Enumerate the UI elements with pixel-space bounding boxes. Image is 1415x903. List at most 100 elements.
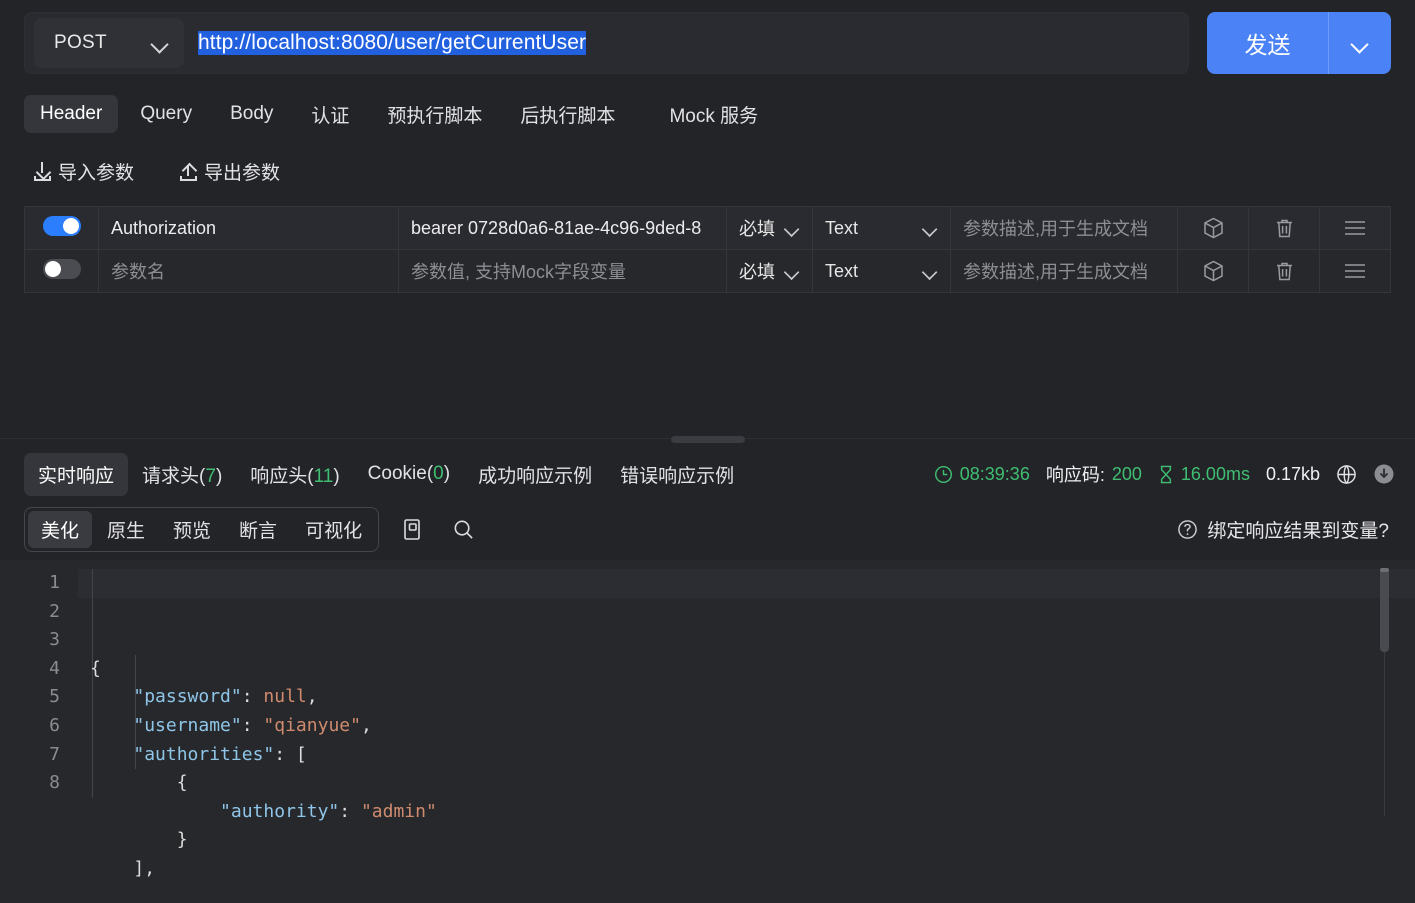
http-method-label: POST [54, 32, 107, 53]
scrollbar-top-marker [1380, 568, 1389, 572]
copy-button[interactable] [397, 513, 429, 545]
response-body-editor[interactable]: 1 2 3 4 5 6 7 8 { "password": null, "use… [0, 560, 1415, 903]
response-tabs: 实时响应 请求头(7) 响应头(11) Cookie(0) 成功响应示例 错误响… [0, 446, 1415, 502]
param-io-actions: 导入参数 导出参数 [0, 142, 1415, 200]
param-desc-placeholder: 参数描述,用于生成文档 [963, 219, 1148, 239]
code-token: ], [133, 857, 156, 879]
code-token: "password" [133, 686, 242, 708]
tab-response-headers[interactable]: 响应头(11) [236, 453, 353, 496]
http-method-select[interactable]: POST [34, 18, 184, 68]
cube-icon[interactable] [1190, 251, 1236, 292]
send-button[interactable]: 发送 [1207, 12, 1329, 74]
param-value-placeholder: 参数值, 支持Mock字段变量 [411, 262, 627, 282]
request-url-bar: POST http://localhost:8080/user/getCurre… [0, 0, 1415, 86]
tab-body[interactable]: Body [214, 95, 289, 133]
param-name-cell[interactable]: 参数名 [98, 249, 399, 293]
tab-header[interactable]: Header [24, 95, 119, 133]
code-area: 1 2 3 4 5 6 7 8 { "password": null, "use… [0, 560, 1415, 884]
header-params-table: Authorization bearer 0728d0a6-81ae-4c96-… [24, 206, 1391, 293]
import-params-button[interactable]: 导入参数 [34, 158, 134, 185]
code-token: { [90, 657, 101, 679]
row-enable-cell [24, 249, 99, 293]
row-enable-cell [24, 206, 99, 250]
cube-icon[interactable] [1190, 208, 1236, 249]
viewer-mode-pretty[interactable]: 美化 [28, 510, 93, 548]
tab-cookie[interactable]: Cookie(0) [354, 455, 464, 493]
search-icon [454, 520, 473, 539]
viewer-mode-preview[interactable]: 预览 [160, 511, 224, 548]
scrollbar-thumb[interactable] [1380, 568, 1389, 652]
tab-error-example[interactable]: 错误响应示例 [606, 453, 748, 496]
copy-icon [403, 518, 420, 540]
response-size-value: 0.17kb [1265, 463, 1320, 484]
download-icon [34, 161, 52, 181]
param-desc-cell[interactable]: 参数描述,用于生成文档 [950, 206, 1178, 250]
code-line: { [78, 769, 1415, 798]
code-token: "authorities" [133, 743, 275, 765]
tab-pre-script[interactable]: 预执行脚本 [371, 93, 498, 136]
tab-cookie-label: Cookie [367, 463, 427, 484]
param-value-cell[interactable]: bearer 0728d0a6-81ae-4c96-9ded-8 [398, 206, 727, 250]
param-mock-cell [1177, 249, 1249, 293]
tab-mock-service[interactable]: Mock 服务 [653, 93, 774, 136]
line-number: 6 [49, 714, 60, 736]
response-status: 响应码: 200 [1046, 461, 1142, 487]
tab-query[interactable]: Query [124, 95, 208, 133]
hamburger-menu-icon[interactable] [1332, 251, 1378, 292]
param-required-cell[interactable]: 必填 [726, 206, 813, 250]
response-meta: 08:39:36 响应码: 200 16.00ms 0.17kb [934, 461, 1415, 487]
param-required-value: 必填 [739, 262, 775, 282]
param-name-cell[interactable]: Authorization [98, 206, 399, 250]
send-button-group: 发送 [1207, 12, 1391, 74]
tab-response-headers-label: 响应头 [250, 465, 308, 487]
viewer-mode-assert[interactable]: 断言 [226, 511, 290, 548]
code-token: : [339, 800, 361, 822]
param-type-value: Text [825, 260, 859, 281]
code-token: : [ [274, 743, 307, 765]
panel-splitter[interactable] [0, 436, 1415, 446]
tab-post-script[interactable]: 后执行脚本 [504, 93, 631, 136]
param-name-value: Authorization [111, 217, 217, 238]
tab-auth[interactable]: 认证 [295, 93, 365, 136]
bind-response-to-variable-button[interactable]: 绑定响应结果到变量? [1177, 516, 1415, 543]
network-info-button[interactable] [1336, 464, 1357, 485]
chevron-down-icon [152, 38, 168, 48]
param-type-cell[interactable]: Text [812, 249, 951, 293]
code-line: ], [78, 855, 1415, 884]
header-params-table-wrap: Authorization bearer 0728d0a6-81ae-4c96-… [0, 200, 1415, 293]
row-enable-toggle[interactable] [42, 215, 81, 236]
download-response-button[interactable] [1373, 463, 1395, 485]
tab-success-example[interactable]: 成功响应示例 [464, 453, 606, 496]
code-token: "authority" [220, 800, 340, 822]
param-type-value: Text [825, 217, 859, 238]
code-line: "username": "qianyue", [78, 712, 1415, 741]
code-token: "qianyue" [263, 714, 361, 736]
line-number: 1 [49, 572, 60, 593]
tab-live-response[interactable]: 实时响应 [24, 452, 129, 496]
code-token: } [176, 829, 188, 851]
param-menu-cell [1319, 249, 1391, 293]
url-input[interactable]: http://localhost:8080/user/getCurrentUse… [184, 31, 1178, 55]
tab-request-headers[interactable]: 请求头(7) [128, 453, 236, 496]
viewer-mode-raw[interactable]: 原生 [94, 511, 158, 548]
param-delete-cell [1248, 249, 1320, 293]
splitter-drag-handle[interactable] [670, 436, 745, 443]
row-enable-toggle[interactable] [42, 258, 81, 279]
param-required-cell[interactable]: 必填 [726, 249, 813, 293]
param-mock-cell [1177, 206, 1249, 250]
export-params-button[interactable]: 导出参数 [180, 158, 280, 185]
response-status-code: 200 [1111, 463, 1142, 484]
param-value-cell[interactable]: 参数值, 支持Mock字段变量 [398, 249, 727, 293]
viewer-mode-visualize[interactable]: 可视化 [292, 511, 375, 548]
globe-icon [1337, 464, 1356, 484]
line-number: 2 [49, 600, 60, 622]
send-options-button[interactable] [1329, 12, 1391, 74]
param-desc-cell[interactable]: 参数描述,用于生成文档 [950, 249, 1178, 293]
active-line-highlight [78, 569, 1415, 598]
param-type-cell[interactable]: Text [812, 206, 951, 250]
hamburger-menu-icon[interactable] [1332, 208, 1378, 249]
bind-response-label: 绑定响应结果到变量? [1207, 520, 1389, 542]
trash-icon[interactable] [1261, 208, 1307, 249]
trash-icon[interactable] [1261, 251, 1307, 292]
search-button[interactable] [447, 513, 479, 545]
